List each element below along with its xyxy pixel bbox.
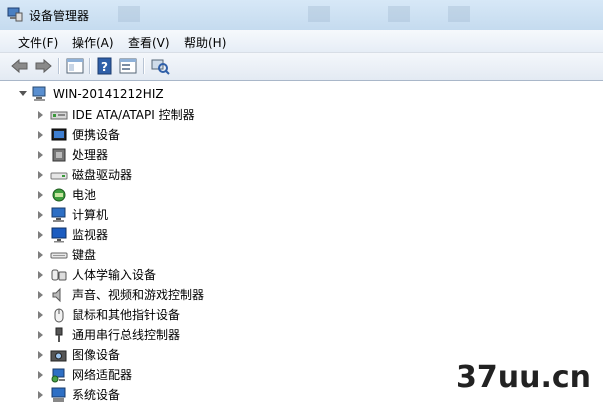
title-bar: 设备管理器 (0, 0, 603, 30)
portable-device-icon (51, 128, 67, 141)
tree-node-label: 人体学输入设备 (72, 268, 157, 282)
imaging-icon (50, 350, 67, 362)
expand-arrow-icon[interactable] (38, 311, 43, 319)
disk-drive-icon (50, 172, 68, 180)
background-ghost (118, 6, 140, 22)
scan-hardware-changes-icon[interactable] (150, 57, 170, 75)
tree-node-label: 计算机 (72, 208, 109, 222)
expand-arrow-icon[interactable] (38, 211, 43, 219)
tree-node-label: 鼠标和其他指针设备 (72, 308, 181, 322)
processor-icon (52, 148, 66, 162)
menu-view[interactable]: 查看(V) (126, 34, 172, 51)
computer-icon (32, 86, 46, 101)
svg-text:?: ? (101, 60, 108, 74)
hid-icon (51, 269, 67, 281)
tree-node-label: 通用串行总线控制器 (72, 328, 181, 342)
background-ghost (448, 6, 470, 22)
tree-node-label: 电池 (72, 188, 97, 202)
expand-arrow-icon[interactable] (38, 191, 43, 199)
ide-controller-icon (50, 111, 68, 120)
tree-node-label: IDE ATA/ATAPI 控制器 (72, 108, 195, 122)
expand-arrow-icon[interactable] (38, 391, 43, 399)
tree-node-label: 磁盘驱动器 (72, 168, 133, 182)
system-device-icon (51, 387, 66, 402)
tree-node-label: 系统设备 (72, 388, 121, 402)
root-label: WIN-20141212HIZ (53, 87, 164, 101)
properties-icon[interactable] (118, 57, 138, 75)
computer-icon (51, 207, 66, 222)
watermark-text: 37uu.cn (456, 360, 591, 395)
usb-icon (55, 327, 63, 342)
help-icon[interactable]: ? (95, 57, 115, 75)
network-adapter-icon (51, 368, 65, 383)
tree-node-label: 声音、视频和游戏控制器 (72, 288, 205, 302)
tree-node-label: 网络适配器 (72, 368, 133, 382)
expand-arrow-icon[interactable] (38, 291, 43, 299)
back-arrow-icon[interactable] (10, 57, 30, 75)
toolbar: ? (0, 53, 603, 81)
expand-arrow-icon[interactable] (38, 251, 43, 259)
keyboard-icon (50, 252, 68, 259)
tree-node-label: 便携设备 (72, 128, 121, 142)
tree-node-label: 图像设备 (72, 348, 121, 362)
battery-icon (52, 188, 66, 202)
menu-help[interactable]: 帮助(H) (182, 34, 228, 51)
tree-node-label: 键盘 (72, 248, 97, 262)
background-ghost (388, 6, 410, 22)
menu-action[interactable]: 操作(A) (70, 34, 116, 51)
monitor-icon (51, 227, 67, 243)
tree-node-label: 监视器 (72, 228, 109, 242)
device-tree: WIN-20141212HIZ IDE ATA/ATAPI 控制器 便携设备 处… (0, 81, 603, 405)
sound-icon (52, 287, 61, 303)
expand-arrow-icon[interactable] (38, 111, 43, 119)
forward-arrow-icon[interactable] (33, 57, 53, 75)
expand-arrow-icon[interactable] (38, 331, 43, 339)
expand-arrow-icon[interactable] (38, 271, 43, 279)
mouse-icon (54, 308, 64, 323)
device-manager-icon (7, 7, 23, 22)
expand-arrow-icon[interactable] (38, 171, 43, 179)
background-ghost (308, 6, 330, 22)
expand-arrow-icon[interactable] (38, 231, 43, 239)
expand-arrow-icon[interactable] (38, 371, 43, 379)
menu-file[interactable]: 文件(F) (16, 34, 60, 51)
show-hide-console-tree-icon[interactable] (65, 57, 85, 75)
toolbar-separator (89, 58, 91, 74)
collapse-arrow-icon[interactable] (19, 91, 27, 96)
expand-arrow-icon[interactable] (38, 131, 43, 139)
toolbar-separator (58, 58, 60, 74)
tree-node-label: 处理器 (72, 148, 109, 162)
expand-arrow-icon[interactable] (38, 151, 43, 159)
menu-bar: 文件(F) 操作(A) 查看(V) 帮助(H) (0, 30, 603, 53)
toolbar-separator (143, 58, 145, 74)
window-title: 设备管理器 (29, 9, 90, 23)
expand-arrow-icon[interactable] (38, 351, 43, 359)
